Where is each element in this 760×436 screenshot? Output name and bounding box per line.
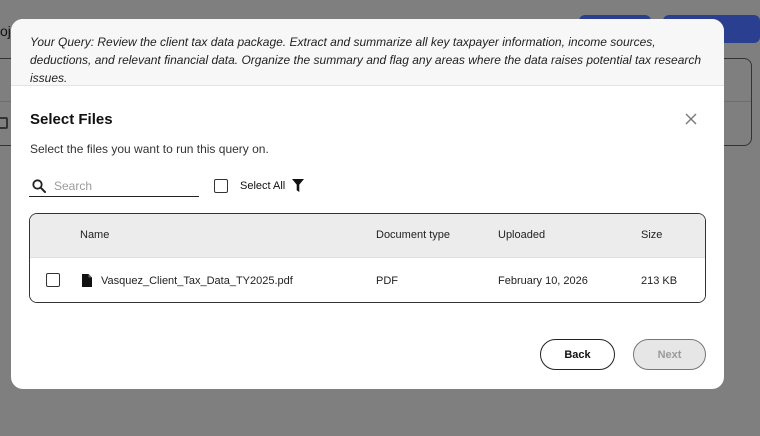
row-checkbox[interactable] xyxy=(46,273,60,287)
search-icon xyxy=(32,178,46,193)
search-input[interactable] xyxy=(54,178,184,193)
file-size: 213 KB xyxy=(641,275,678,287)
file-icon xyxy=(82,274,92,287)
column-header-uploaded: Uploaded xyxy=(498,229,546,241)
search-box xyxy=(29,175,199,197)
column-header-size: Size xyxy=(641,229,663,241)
files-table: Name Document type Uploaded Size Vasquez… xyxy=(29,213,706,303)
table-row[interactable]: Vasquez_Client_Tax_Data_TY2025.pdf PDF F… xyxy=(30,257,705,302)
close-icon xyxy=(685,113,697,125)
filter-icon[interactable] xyxy=(292,179,304,192)
query-banner: Your Query: Review the client tax data p… xyxy=(11,19,724,86)
select-all-checkbox[interactable] xyxy=(214,179,228,193)
table-header: Name Document type Uploaded Size xyxy=(30,214,705,257)
query-text: Your Query: Review the client tax data p… xyxy=(30,35,702,85)
select-files-dialog: Your Query: Review the client tax data p… xyxy=(11,19,724,389)
dialog-title: Select Files xyxy=(30,111,113,128)
dialog-subtitle: Select the files you want to run this qu… xyxy=(30,142,269,156)
select-all-label: Select All xyxy=(240,180,286,192)
close-button[interactable] xyxy=(682,110,700,128)
column-header-document-type: Document type xyxy=(376,229,450,241)
file-document-type: PDF xyxy=(376,275,398,287)
file-uploaded-date: February 10, 2026 xyxy=(498,275,588,287)
column-header-name: Name xyxy=(80,229,110,241)
next-button[interactable]: Next xyxy=(633,339,706,370)
file-name: Vasquez_Client_Tax_Data_TY2025.pdf xyxy=(101,275,293,287)
back-button[interactable]: Back xyxy=(540,339,615,370)
background-title: oj xyxy=(0,23,11,39)
background-checkbox xyxy=(0,117,8,129)
select-all-toggle[interactable]: Select All xyxy=(214,179,285,193)
